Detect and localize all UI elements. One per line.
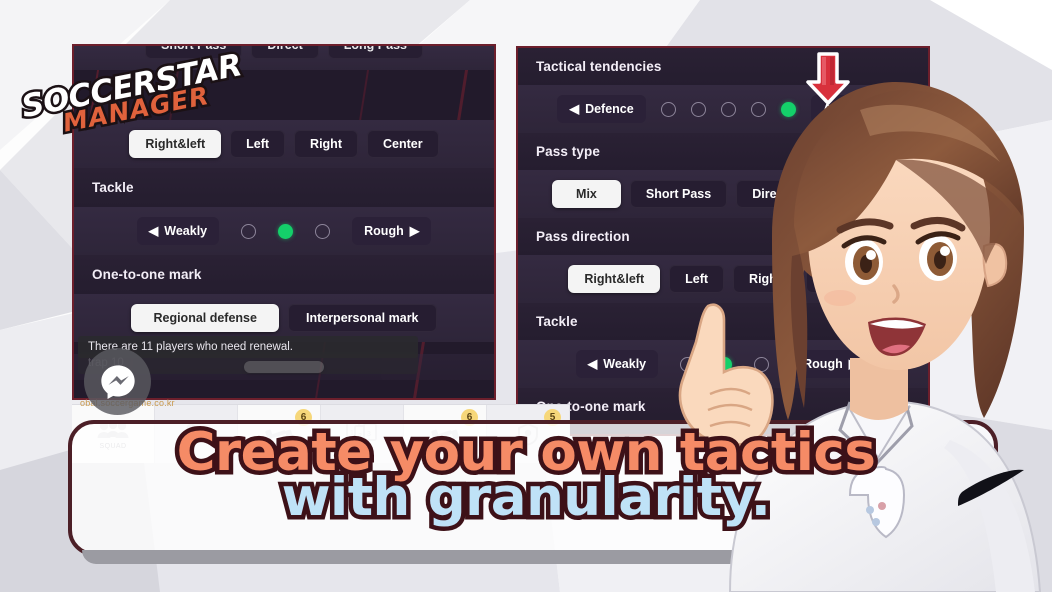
rp-tackle-weakly-label: Weakly: [603, 356, 647, 371]
left-caret-icon: ◀: [569, 101, 580, 116]
lp-tackle-rough-label: Rough: [364, 223, 404, 238]
messenger-icon[interactable]: [84, 348, 151, 415]
rp-passtype-mix[interactable]: Mix: [552, 179, 621, 209]
pointing-hand-icon: [678, 303, 774, 447]
lp-clipped-option-1[interactable]: Direct: [251, 46, 319, 60]
rp-passdir-right-left[interactable]: Right&left: [568, 264, 661, 294]
left-caret-icon: ◀: [148, 223, 159, 238]
lp-tackle-weakly-label: Weakly: [164, 223, 208, 238]
lp-tackle-rough-button[interactable]: Rough ▶: [352, 216, 432, 246]
lp-tackle-step-0[interactable]: [241, 223, 257, 239]
lp-tackle-step-2[interactable]: [315, 223, 331, 239]
lp-clipped-option-2[interactable]: Long Pass: [327, 46, 423, 60]
right-caret-icon: ▶: [409, 223, 420, 238]
lp-row-one-to-one: Regional defense Interpersonal mark: [74, 294, 494, 342]
lp-passdir-right-left[interactable]: Right&left: [129, 129, 222, 159]
lp-passdir-center[interactable]: Center: [366, 129, 439, 159]
left-caret-icon: ◀: [587, 356, 598, 371]
rp-tackle-weakly-button[interactable]: ◀ Weakly: [575, 349, 659, 379]
lp-passdir-left[interactable]: Left: [230, 129, 286, 159]
rp-tendency-step-0[interactable]: [660, 101, 676, 117]
lp-passdir-right[interactable]: Right: [294, 129, 358, 159]
lp-tackle-step-1[interactable]: [278, 223, 294, 239]
lp-tackle-weakly-button[interactable]: ◀ Weakly: [136, 216, 220, 246]
messenger-glyph: [100, 364, 135, 399]
lp-interpersonal-mark[interactable]: Interpersonal mark: [287, 303, 437, 333]
lp-label-one-to-one: One-to-one mark: [74, 255, 494, 294]
lp-regional-defense[interactable]: Regional defense: [131, 303, 279, 333]
lp-row-tackle: ◀ Weakly Rough ▶: [74, 207, 494, 255]
rp-defence-label: Defence: [585, 101, 634, 116]
rp-defence-button[interactable]: ◀ Defence: [557, 94, 646, 124]
lp-label-tackle: Tackle: [74, 168, 494, 207]
lp-row-pass-direction: Right&left Left Right Center: [74, 120, 494, 168]
